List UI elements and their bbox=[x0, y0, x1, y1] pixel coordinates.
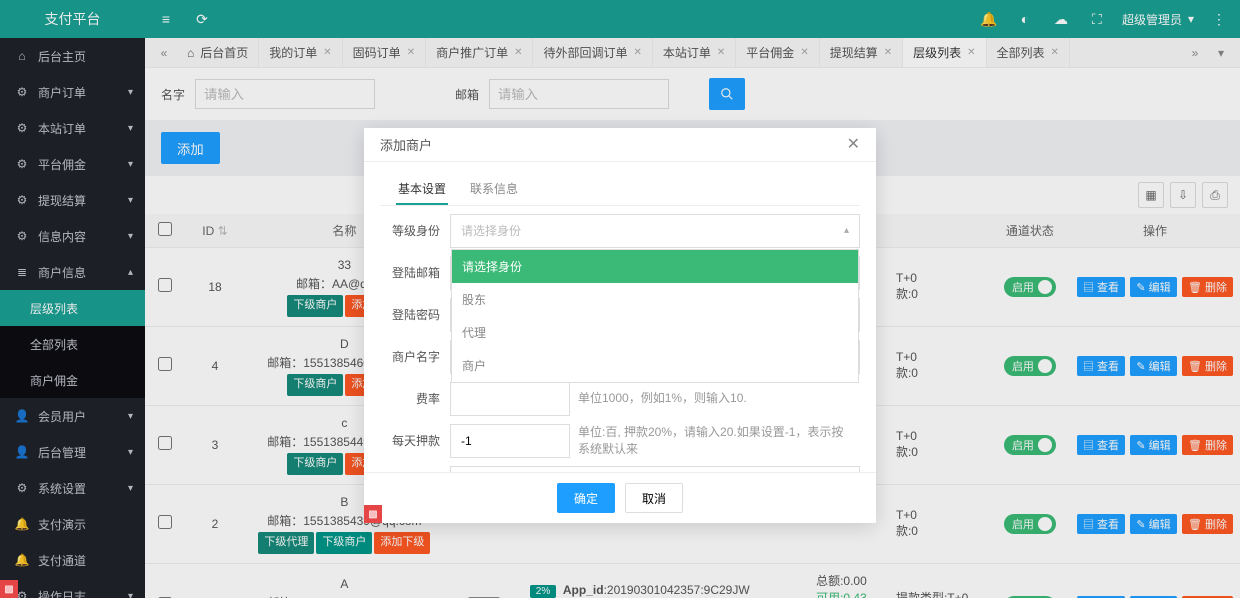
cancel-button[interactable]: 取消 bbox=[625, 483, 683, 513]
dropdown-option[interactable]: 商户 bbox=[452, 349, 858, 382]
dropdown-option[interactable]: 股东 bbox=[452, 283, 858, 316]
modal-mask[interactable]: 添加商户 ✕ 基本设置 联系信息 等级身份 请选择身份 ▴ 请选择身份股东代理商… bbox=[0, 0, 1240, 598]
dropdown-option[interactable]: 代理 bbox=[452, 316, 858, 349]
tab-basic[interactable]: 基本设置 bbox=[396, 174, 448, 205]
page-corner-badge: ▩ bbox=[0, 580, 18, 598]
tab-contact[interactable]: 联系信息 bbox=[468, 174, 520, 205]
label-password: 登陆密码 bbox=[380, 306, 450, 323]
corner-badge: ▩ bbox=[364, 505, 382, 523]
ok-button[interactable]: 确定 bbox=[557, 483, 615, 513]
wtype-select[interactable]: 未设置 ▾ bbox=[450, 466, 860, 472]
label-rate: 费率 bbox=[380, 390, 450, 407]
chevron-up-icon: ▴ bbox=[844, 225, 849, 236]
close-icon[interactable]: ✕ bbox=[847, 134, 860, 154]
modal-title: 添加商户 bbox=[380, 135, 432, 154]
add-merchant-modal: 添加商户 ✕ 基本设置 联系信息 等级身份 请选择身份 ▴ 请选择身份股东代理商… bbox=[364, 128, 876, 523]
label-identity: 等级身份 bbox=[380, 222, 450, 239]
label-email: 登陆邮箱 bbox=[380, 264, 450, 281]
identity-dropdown: 请选择身份股东代理商户 bbox=[451, 249, 859, 383]
identity-placeholder: 请选择身份 bbox=[461, 222, 521, 239]
daily-hint: 单位:百, 押款20%，请输入20.如果设置-1，表示按系统默认来 bbox=[570, 424, 850, 458]
rate-input[interactable] bbox=[461, 392, 559, 406]
label-merchant-name: 商户名字 bbox=[380, 348, 450, 365]
label-daily: 每天押款 bbox=[380, 432, 450, 449]
dropdown-option[interactable]: 请选择身份 bbox=[452, 250, 858, 283]
identity-select[interactable]: 请选择身份 ▴ 请选择身份股东代理商户 bbox=[450, 214, 860, 248]
daily-input[interactable] bbox=[461, 434, 559, 448]
rate-hint: 单位1000，例如1%，则输入10. bbox=[570, 390, 747, 407]
